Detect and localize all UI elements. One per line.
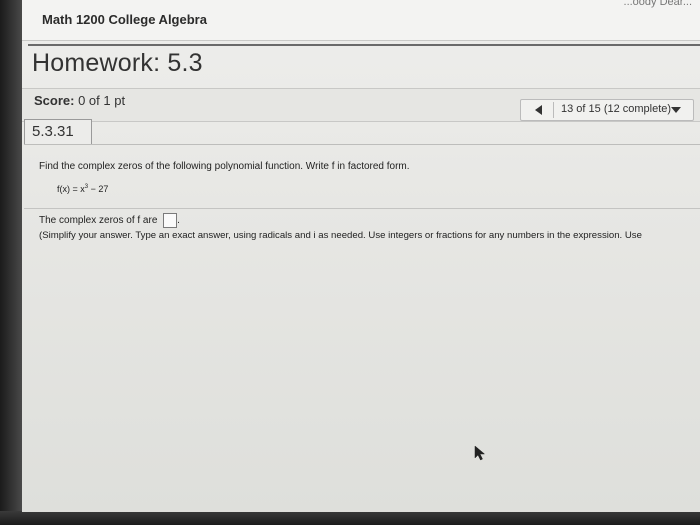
question-number-box: 5.3.31 xyxy=(24,119,92,145)
question-prompt: Find the complex zeros of the following … xyxy=(39,161,410,172)
browser-screen: Math 1200 College Algebra ...oody Dear..… xyxy=(22,0,700,512)
score-bar: Score: 0 of 1 pt 13 of 15 (12 complete) xyxy=(22,88,700,122)
header-corner-text: ...oody Dear... xyxy=(623,0,692,8)
answer-input[interactable] xyxy=(163,213,178,228)
title-divider xyxy=(28,44,700,46)
course-header: Math 1200 College Algebra ...oody Dear..… xyxy=(22,0,700,41)
navigator-divider xyxy=(553,102,554,118)
function-lhs: f(x) = x xyxy=(57,184,85,194)
answer-instructions: (Simplify your answer. Type an exact ans… xyxy=(39,230,642,241)
triangle-left-icon[interactable] xyxy=(535,105,542,115)
answer-line: The complex zeros of f are . xyxy=(39,213,180,228)
monitor-bezel-bottom xyxy=(0,511,700,525)
question-progress[interactable]: 13 of 15 (12 complete) xyxy=(561,103,671,115)
answer-divider xyxy=(24,208,700,209)
answer-prefix: The complex zeros of f are xyxy=(39,215,158,227)
course-title: Math 1200 College Algebra xyxy=(42,12,207,27)
question-divider xyxy=(24,144,700,145)
score-display: Score: 0 of 1 pt xyxy=(34,93,125,108)
triangle-down-icon[interactable] xyxy=(671,107,681,113)
polynomial-function: f(x) = x3 − 27 xyxy=(57,184,108,194)
question-number: 5.3.31 xyxy=(32,123,74,140)
answer-suffix: . xyxy=(177,215,180,227)
score-label: Score: xyxy=(34,93,75,108)
function-rhs: − 27 xyxy=(88,184,109,194)
monitor-bezel-left xyxy=(0,0,22,525)
question-navigator[interactable]: 13 of 15 (12 complete) xyxy=(520,99,694,121)
homework-title: Homework: 5.3 xyxy=(32,49,203,77)
score-value: 0 of 1 pt xyxy=(78,93,126,108)
